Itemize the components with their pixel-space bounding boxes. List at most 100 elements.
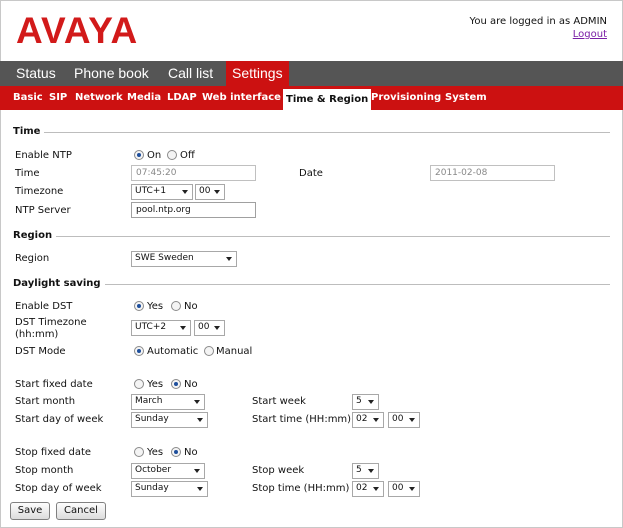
start-fixed-yes-radio[interactable] xyxy=(134,379,144,389)
chevron-down-icon xyxy=(194,469,200,473)
chevron-down-icon xyxy=(409,418,415,422)
ntp-off-label: Off xyxy=(180,150,195,161)
region-section-divider xyxy=(13,236,610,237)
subtab-sip[interactable]: SIP xyxy=(46,86,70,110)
dst-timezone-value: UTC+2 xyxy=(135,322,167,332)
start-time-minute-select[interactable]: 00 xyxy=(388,412,420,428)
stop-month-label: Stop month xyxy=(15,465,74,476)
start-time-label: Start time (HH:mm) xyxy=(252,414,352,425)
start-fixed-yes-label: Yes xyxy=(147,379,164,390)
stop-month-select[interactable]: October xyxy=(131,463,205,479)
region-select[interactable]: SWE Sweden xyxy=(131,251,237,267)
subtab-web-interface[interactable]: Web interface xyxy=(199,86,284,110)
stop-time-hour-select[interactable]: 02 xyxy=(352,481,384,497)
start-month-label: Start month xyxy=(15,396,76,407)
ntp-server-label: NTP Server xyxy=(15,205,71,216)
avaya-logo: AVAYA xyxy=(16,10,139,51)
stop-fixed-yes-label: Yes xyxy=(147,447,164,458)
chevron-down-icon xyxy=(182,190,188,194)
ntp-off-radio[interactable] xyxy=(167,150,177,160)
start-fixed-no-radio[interactable] xyxy=(171,379,181,389)
settings-sub-nav: Basic SIP Network Media LDAP Web interfa… xyxy=(0,86,623,110)
enable-ntp-label: Enable NTP xyxy=(15,150,72,161)
start-day-of-week-label: Start day of week xyxy=(15,414,104,425)
dst-manual-radio[interactable] xyxy=(204,346,214,356)
stop-week-label: Stop week xyxy=(252,465,305,476)
chevron-down-icon xyxy=(368,400,374,404)
logout-link[interactable]: Logout xyxy=(573,29,607,40)
time-section-divider xyxy=(13,132,610,133)
tab-status[interactable]: Status xyxy=(10,61,62,86)
start-time-hour-value: 02 xyxy=(356,414,368,424)
start-month-select[interactable]: March xyxy=(131,394,205,410)
dst-timezone-minutes-select[interactable]: 00 xyxy=(194,320,225,336)
timezone-select[interactable]: UTC+1 xyxy=(131,184,193,200)
dst-automatic-radio[interactable] xyxy=(134,346,144,356)
start-week-value: 5 xyxy=(356,396,362,406)
timezone-select-value: UTC+1 xyxy=(135,186,167,196)
date-label: Date xyxy=(299,168,323,179)
subtab-basic[interactable]: Basic xyxy=(10,86,46,110)
subtab-system[interactable]: System xyxy=(442,86,490,110)
dst-automatic-label: Automatic xyxy=(147,346,199,357)
date-field[interactable]: 2011-02-08 xyxy=(430,165,555,181)
cancel-button[interactable]: Cancel xyxy=(56,502,106,520)
start-week-select[interactable]: 5 xyxy=(352,394,379,410)
chevron-down-icon xyxy=(194,400,200,404)
stop-fixed-no-label: No xyxy=(184,447,198,458)
chevron-down-icon xyxy=(368,469,374,473)
stop-day-of-week-label: Stop day of week xyxy=(15,483,102,494)
start-day-of-week-select[interactable]: Sunday xyxy=(131,412,208,428)
start-time-hour-select[interactable]: 02 xyxy=(352,412,384,428)
region-select-value: SWE Sweden xyxy=(135,253,194,263)
dst-mode-label: DST Mode xyxy=(15,346,66,357)
stop-day-of-week-value: Sunday xyxy=(135,483,169,493)
subtab-media[interactable]: Media xyxy=(124,86,164,110)
stop-day-of-week-select[interactable]: Sunday xyxy=(131,481,208,497)
logged-in-text: You are logged in as ADMIN xyxy=(469,16,607,27)
start-day-of-week-value: Sunday xyxy=(135,414,169,424)
start-month-value: March xyxy=(135,396,163,406)
start-time-minute-value: 00 xyxy=(392,414,404,424)
chevron-down-icon xyxy=(214,326,220,330)
dst-yes-radio[interactable] xyxy=(134,301,144,311)
time-heading: Time xyxy=(13,126,45,137)
subtab-ldap[interactable]: LDAP xyxy=(164,86,200,110)
main-nav: Status Phone book Call list Settings xyxy=(0,61,623,86)
stop-month-value: October xyxy=(135,465,172,475)
dst-timezone-minutes-value: 00 xyxy=(198,322,210,332)
stop-fixed-date-label: Stop fixed date xyxy=(15,447,92,458)
subtab-provisioning[interactable]: Provisioning xyxy=(368,86,444,110)
stop-time-minute-value: 00 xyxy=(392,483,404,493)
tab-settings[interactable]: Settings xyxy=(226,61,289,86)
dst-timezone-select[interactable]: UTC+2 xyxy=(131,320,191,336)
stop-fixed-no-radio[interactable] xyxy=(171,447,181,457)
stop-fixed-yes-radio[interactable] xyxy=(134,447,144,457)
enable-dst-label: Enable DST xyxy=(15,301,73,312)
dst-no-label: No xyxy=(184,301,198,312)
subtab-network[interactable]: Network xyxy=(72,86,126,110)
time-field[interactable]: 07:45:20 xyxy=(131,165,256,181)
start-fixed-no-label: No xyxy=(184,379,198,390)
tab-call-list[interactable]: Call list xyxy=(162,61,219,86)
dst-no-radio[interactable] xyxy=(171,301,181,311)
timezone-minutes-select[interactable]: 00 xyxy=(195,184,225,200)
stop-week-value: 5 xyxy=(356,465,362,475)
stop-time-label: Stop time (HH:mm) xyxy=(252,483,350,494)
ntp-on-radio[interactable] xyxy=(134,150,144,160)
subtab-time-region[interactable]: Time & Region xyxy=(283,89,372,110)
daylight-saving-heading: Daylight saving xyxy=(13,278,105,289)
chevron-down-icon xyxy=(197,487,203,491)
timezone-label: Timezone xyxy=(15,186,64,197)
start-week-label: Start week xyxy=(252,396,306,407)
save-button[interactable]: Save xyxy=(10,502,50,520)
stop-week-select[interactable]: 5 xyxy=(352,463,379,479)
ntp-server-field[interactable]: pool.ntp.org xyxy=(131,202,256,218)
tab-phone-book[interactable]: Phone book xyxy=(68,61,155,86)
chevron-down-icon xyxy=(197,418,203,422)
stop-time-minute-select[interactable]: 00 xyxy=(388,481,420,497)
region-label: Region xyxy=(15,253,50,264)
region-heading: Region xyxy=(13,230,57,241)
time-label: Time xyxy=(15,168,40,179)
chevron-down-icon xyxy=(180,326,186,330)
